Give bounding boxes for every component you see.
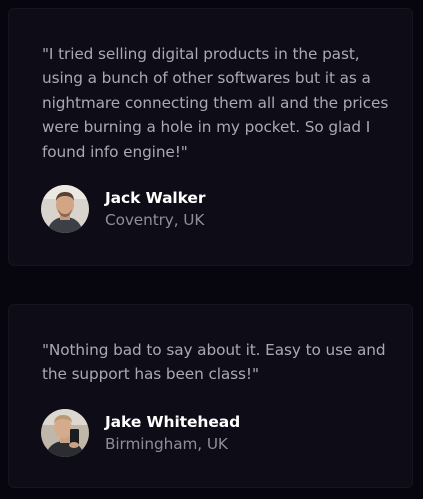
author-meta: Jake Whitehead Birmingham, UK bbox=[105, 411, 240, 455]
testimonial-author: Jack Walker Coventry, UK bbox=[41, 185, 205, 233]
testimonial-card: "I tried selling digital products in the… bbox=[8, 8, 413, 266]
avatar-photo-icon bbox=[41, 185, 89, 233]
testimonial-author: Jake Whitehead Birmingham, UK bbox=[41, 409, 240, 457]
author-name: Jack Walker bbox=[105, 189, 206, 207]
avatar bbox=[41, 185, 89, 233]
avatar bbox=[41, 409, 89, 457]
avatar-photo-icon bbox=[41, 409, 89, 457]
testimonials-section: "I tried selling digital products in the… bbox=[0, 0, 423, 499]
author-location: Birmingham, UK bbox=[105, 435, 228, 453]
author-name: Jake Whitehead bbox=[105, 413, 241, 431]
testimonial-quote: "Nothing bad to say about it. Easy to us… bbox=[42, 341, 386, 384]
testimonial-card: "Nothing bad to say about it. Easy to us… bbox=[8, 304, 413, 488]
testimonial-quote: "I tried selling digital products in the… bbox=[42, 45, 389, 161]
author-meta: Jack Walker Coventry, UK bbox=[105, 187, 205, 231]
author-location: Coventry, UK bbox=[105, 211, 205, 229]
